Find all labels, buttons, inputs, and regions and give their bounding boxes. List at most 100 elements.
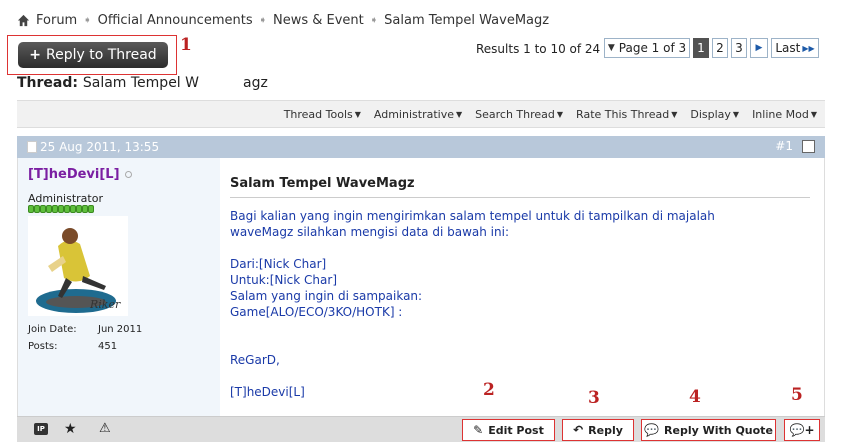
star-icon[interactable]: ★ xyxy=(64,421,77,437)
posts-label: Posts: xyxy=(28,341,58,352)
annotation-marker-4: 4 xyxy=(689,387,701,407)
posts-count: 451 xyxy=(98,341,118,352)
post-line: Untuk:[Nick Char] xyxy=(230,273,337,287)
user-info-panel: [T]heDevi[L] Administrator Riker Join Da… xyxy=(18,158,220,416)
post-line xyxy=(230,320,810,336)
offline-status-icon xyxy=(124,171,132,178)
results-count: Results 1 to 10 of 24 xyxy=(476,42,601,56)
caret-down-icon: ▼ xyxy=(732,109,740,119)
post-title: Salam Tempel WaveMagz xyxy=(230,176,810,198)
search-thread-menu[interactable]: Search Thread ▼ xyxy=(475,108,563,121)
post-header: 25 Aug 2011, 13:55 #1 xyxy=(17,136,825,158)
thread-title-tail: agz xyxy=(243,75,268,91)
thread-toolbar: Thread Tools ▼ Administrative ▼ Search Thr… xyxy=(17,100,825,128)
caret-down-icon: ▼ xyxy=(671,109,678,119)
post-line: Bagi kalian yang ingin mengirimkan salam… xyxy=(230,209,715,223)
post-message: Bagi kalian yang ingin mengirimkan salam… xyxy=(230,208,810,400)
pencil-icon: ✎ xyxy=(473,423,484,437)
annotation-marker-2: 2 xyxy=(483,380,495,400)
reply-with-quote-button[interactable]: 💬 Reply With Quote xyxy=(641,419,776,441)
display-menu[interactable]: Display ▼ xyxy=(690,108,739,121)
home-icon[interactable] xyxy=(17,14,30,27)
post-line xyxy=(230,368,810,384)
caret-down-icon: ▼ xyxy=(455,109,463,119)
caret-down-icon: ▼ xyxy=(556,109,564,119)
avatar[interactable]: Riker xyxy=(28,216,128,316)
administrative-label: Administrative xyxy=(373,107,454,121)
post-footer: IP ★ ⚠ ✎ Edit Post ↶ Reply 💬 Reply With … xyxy=(17,416,825,442)
last-page-link[interactable]: Last ▶▶ xyxy=(771,38,819,58)
page-2-link[interactable]: 2 xyxy=(712,38,728,58)
reply-arrow-icon: ↶ xyxy=(573,423,584,437)
thread-title-prefix: Thread: xyxy=(17,75,78,91)
chevron-down-icon: ▼ xyxy=(607,43,615,53)
breadcrumb-news-event[interactable]: News & Event xyxy=(273,13,364,28)
reputation-bar xyxy=(28,205,94,213)
search-thread-label: Search Thread xyxy=(475,107,555,121)
inline-mod-label: Inline Mod xyxy=(752,107,809,121)
last-page-label: Last xyxy=(775,41,801,55)
breadcrumb-separator-icon: ➧ xyxy=(369,15,379,26)
thread-tools-label: Thread Tools xyxy=(283,107,353,121)
caret-down-icon: ▼ xyxy=(810,109,817,119)
breadcrumb-current-thread: Salam Tempel WaveMagz xyxy=(384,13,550,28)
post-number-link[interactable]: #1 xyxy=(775,139,793,153)
breadcrumb-forum[interactable]: Forum xyxy=(36,13,77,28)
post-line: Game[ALO/ECO/3KO/HOTK] : xyxy=(230,305,403,319)
page-3-link[interactable]: 3 xyxy=(731,38,747,58)
next-page-icon[interactable]: ▶ xyxy=(750,38,768,58)
thread-title: Thread: Salam Tempel W agz xyxy=(17,75,268,91)
quote-bubble-icon: 💬 xyxy=(644,423,660,437)
post-line: waveMagz silahkan mengisi data di bawah … xyxy=(230,225,509,239)
multi-quote-icon: 💬+ xyxy=(789,423,815,437)
breadcrumb: Forum ➧ Official Announcements ➧ News & … xyxy=(17,13,549,28)
post-date: 25 Aug 2011, 13:55 xyxy=(40,140,160,154)
multi-quote-button[interactable]: 💬+ xyxy=(784,419,820,441)
post-line: Dari:[Nick Char] xyxy=(230,257,327,271)
post-line xyxy=(230,240,810,256)
ip-icon[interactable]: IP xyxy=(34,423,48,435)
post-content: Salam Tempel WaveMagz Bagi kalian yang i… xyxy=(230,176,810,400)
reply-thread-highlight: + Reply to Thread xyxy=(7,35,177,75)
reply-button[interactable]: ↶ Reply xyxy=(562,419,634,441)
user-title: Administrator xyxy=(28,192,103,205)
username-text: [T]heDevi[L] xyxy=(28,167,120,182)
rate-thread-label: Rate This Thread xyxy=(576,107,670,121)
svg-text:Riker: Riker xyxy=(89,298,121,311)
avatar-image: Riker xyxy=(28,216,128,316)
post-select-checkbox[interactable] xyxy=(802,140,815,153)
pagination: ▼ Page 1 of 3 1 2 3 ▶ Last ▶▶ xyxy=(604,38,819,58)
breadcrumb-separator-icon: ➧ xyxy=(258,15,267,26)
edit-post-label: Edit Post xyxy=(488,423,544,437)
administrative-menu[interactable]: Administrative ▼ xyxy=(374,108,462,121)
username-link[interactable]: [T]heDevi[L] xyxy=(28,167,132,182)
display-label: Display xyxy=(690,107,731,121)
reply-with-quote-label: Reply With Quote xyxy=(664,423,773,437)
post-line: [T]heDevi[L] xyxy=(230,385,305,399)
annotation-marker-3: 3 xyxy=(588,388,600,408)
edit-post-button[interactable]: ✎ Edit Post xyxy=(462,419,555,441)
page-1-link[interactable]: 1 xyxy=(693,38,709,58)
document-icon xyxy=(27,141,37,153)
inline-mod-menu[interactable]: Inline Mod ▼ xyxy=(752,108,817,121)
post-line: ReGarD, xyxy=(230,353,280,367)
warning-icon[interactable]: ⚠ xyxy=(99,421,111,436)
breadcrumb-separator-icon: ➧ xyxy=(83,15,92,26)
annotation-marker-1: 1 xyxy=(180,35,192,55)
page-jump-dropdown[interactable]: ▼ Page 1 of 3 xyxy=(604,38,690,58)
caret-down-icon: ▼ xyxy=(354,109,361,119)
post-body: [T]heDevi[L] Administrator Riker Join Da… xyxy=(17,158,825,416)
join-date-label: Join Date: xyxy=(28,324,77,335)
reply-to-thread-button[interactable]: + Reply to Thread xyxy=(18,42,168,68)
plus-icon: + xyxy=(29,47,42,63)
double-chevron-right-icon: ▶▶ xyxy=(802,43,815,53)
join-info: Join Date: Jun 2011 Posts: 451 xyxy=(28,321,142,355)
post-line: Salam yang ingin di sampaikan: xyxy=(230,289,423,303)
reply-label: Reply xyxy=(588,423,623,437)
thread-title-text: Salam Tempel W xyxy=(82,75,199,91)
thread-tools-menu[interactable]: Thread Tools ▼ xyxy=(284,108,361,121)
annotation-marker-5: 5 xyxy=(791,385,803,405)
breadcrumb-official-announcements[interactable]: Official Announcements xyxy=(98,13,253,28)
rate-thread-menu[interactable]: Rate This Thread ▼ xyxy=(576,108,677,121)
post-line xyxy=(230,336,810,352)
